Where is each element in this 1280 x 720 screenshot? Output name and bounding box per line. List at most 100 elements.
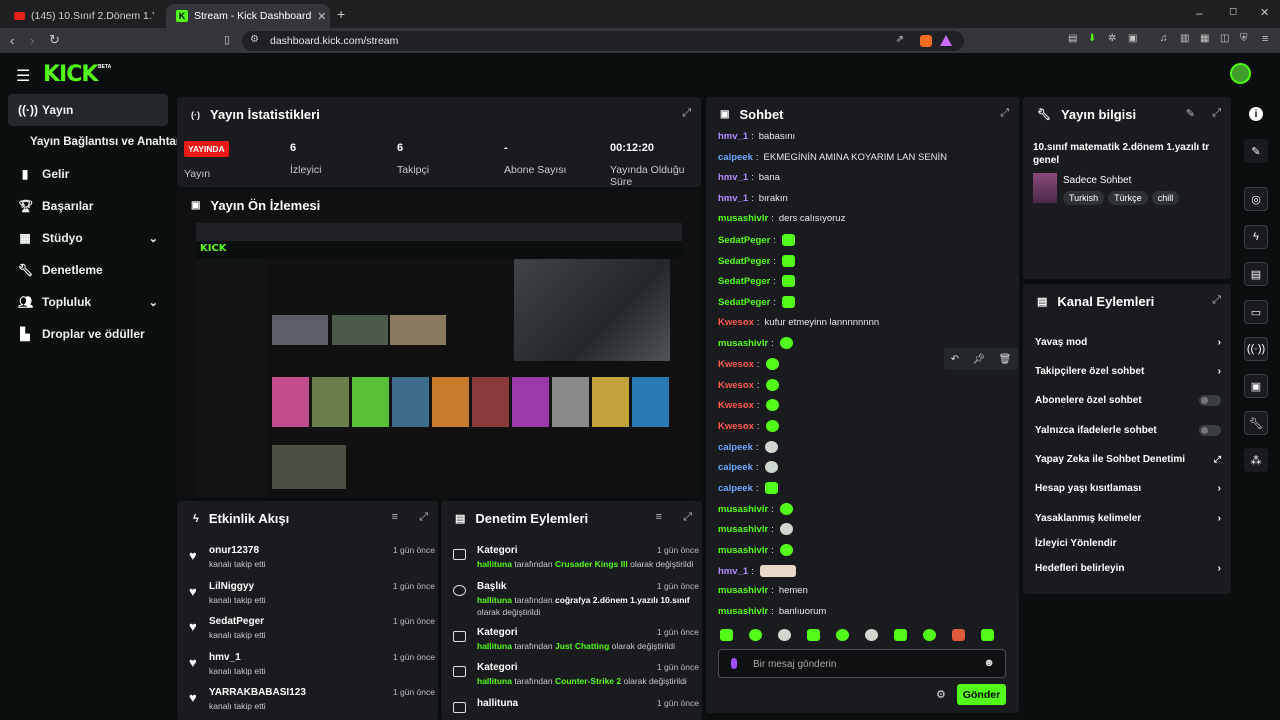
feed-username[interactable]: YARRAKBABASI123 xyxy=(209,687,306,698)
chat-username[interactable]: calpeek xyxy=(718,462,753,473)
rail-widget-icon[interactable]: ◎ xyxy=(1244,187,1268,211)
feed-username[interactable]: onur12378 xyxy=(209,545,259,556)
emote-icon[interactable] xyxy=(781,275,795,287)
send-button[interactable]: Gönder xyxy=(957,684,1006,705)
bookmark-icon[interactable]: ▯ xyxy=(224,33,230,46)
edit-layout-icon[interactable]: ✎ xyxy=(1244,139,1268,163)
feed-username[interactable]: SedatPeger xyxy=(209,616,264,627)
action-banned-words[interactable]: Yasaklanmış kelimeler › xyxy=(1035,508,1221,528)
sidebar-item-gelir[interactable]: ▮ Gelir xyxy=(8,158,168,190)
rail-info-icon[interactable]: 🔧︎ xyxy=(1244,411,1268,435)
emote-icon[interactable] xyxy=(923,629,936,641)
mod-user[interactable]: hallituna xyxy=(477,676,512,686)
chat-username[interactable]: musashivlr xyxy=(718,585,768,596)
chat-username[interactable]: SedatPeger xyxy=(718,256,770,267)
chat-username[interactable]: hmv_1 xyxy=(718,172,748,183)
action-subscribers-only[interactable]: Abonelere özel sohbet xyxy=(1035,390,1221,410)
chat-username[interactable]: musashivlr xyxy=(718,504,768,515)
chat-username[interactable]: Kwesox xyxy=(718,359,754,370)
sidebar-item-denetleme[interactable]: 🔧︎ Denetleme xyxy=(8,254,168,286)
emoji-icon[interactable]: ☻ xyxy=(983,657,995,669)
toggle-switch[interactable] xyxy=(1199,394,1221,406)
edit-icon[interactable]: ✎ xyxy=(1186,107,1195,120)
minimize-icon[interactable]: – xyxy=(1196,6,1203,20)
chat-username[interactable]: calpeek xyxy=(718,483,753,494)
emote-icon[interactable] xyxy=(779,503,793,515)
microphone-icon[interactable] xyxy=(731,658,737,669)
chat-username[interactable]: musashivlr xyxy=(718,545,768,556)
vpn-icon[interactable]: ⛨ xyxy=(1240,33,1248,44)
expand-icon[interactable]: ⤢ xyxy=(683,511,692,524)
emote-icon[interactable] xyxy=(781,296,795,308)
chat-username[interactable]: musashivlr xyxy=(718,606,768,617)
extension-puzzle-icon[interactable]: ✲ xyxy=(1108,33,1116,44)
extension-icon[interactable]: ▣ xyxy=(1128,33,1137,44)
mod-target[interactable]: Crusader Kings III xyxy=(555,559,628,569)
chat-username[interactable]: calpeek xyxy=(718,152,753,163)
mod-user[interactable]: hallituna xyxy=(477,641,512,651)
chat-username[interactable]: musashivlr xyxy=(718,338,768,349)
rail-actions-icon[interactable]: ⁂ xyxy=(1244,448,1268,472)
delete-icon[interactable]: 🗑︎ xyxy=(999,354,1012,365)
feed-username[interactable]: LilNiggyy xyxy=(209,581,254,592)
forward-icon[interactable]: › xyxy=(30,33,34,48)
sidebar-icon[interactable]: ▥ xyxy=(1180,33,1189,44)
chat-username[interactable]: calpeek xyxy=(718,442,753,453)
menu-icon[interactable]: ≡ xyxy=(1262,33,1268,45)
tag[interactable]: Türkçe xyxy=(1108,191,1148,205)
action-goals[interactable]: Hedefleri belirleyin › xyxy=(1035,558,1221,578)
chat-username[interactable]: Kwesox xyxy=(718,400,754,411)
expand-icon[interactable]: ⤢ xyxy=(682,107,691,120)
share-icon[interactable]: ⇗ xyxy=(896,34,904,45)
pin-icon[interactable]: 📌︎ xyxy=(972,354,985,365)
mod-target[interactable]: Just Chatting xyxy=(555,641,609,651)
chat-username[interactable]: Kwesox xyxy=(718,421,754,432)
reader-icon[interactable]: ◫ xyxy=(1220,33,1229,44)
expand-icon[interactable]: ⤢ xyxy=(419,511,428,524)
sidebar-item-studyo[interactable]: ▦ Stüdyo ⌄ xyxy=(8,222,168,254)
tab-kick-dashboard[interactable]: K Stream - Kick Dashboard ✕ xyxy=(166,4,330,28)
rail-preview-icon[interactable]: ▣ xyxy=(1244,374,1268,398)
rail-moderation-icon[interactable]: ▤ xyxy=(1244,262,1268,286)
extension-icon[interactable]: ▤ xyxy=(1068,33,1077,44)
action-ai-moderation[interactable]: Yapay Zeka ile Sohbet Denetimi ⤢ xyxy=(1035,449,1221,469)
address-bar[interactable]: ⚙ dashboard.kick.com/stream ⇗ xyxy=(242,31,964,51)
emote-icon[interactable] xyxy=(765,379,779,391)
tab-youtube[interactable]: (145) 10.Sınıf 2.Dönem 1.Yazılı GENEL xyxy=(4,4,164,28)
chat-input[interactable]: Bir mesaj gönderin ☻ xyxy=(718,649,1006,678)
emote-icon[interactable] xyxy=(981,629,994,641)
extension-download-icon[interactable]: ⬇ xyxy=(1088,33,1096,44)
emote-icon[interactable] xyxy=(778,629,791,641)
action-emotes-only[interactable]: Yalnızca ifadelerle sohbet xyxy=(1035,420,1221,440)
chat-username[interactable]: hmv_1 xyxy=(718,566,748,577)
sidebar-item-basarilar[interactable]: 🏆︎ Başarılar xyxy=(8,190,168,222)
emote-icon[interactable] xyxy=(894,629,907,641)
emote-icon[interactable] xyxy=(865,629,878,641)
tag[interactable]: chill xyxy=(1151,191,1180,205)
hamburger-menu-icon[interactable]: ☰ xyxy=(16,66,30,86)
emote-icon[interactable] xyxy=(779,523,793,535)
chat-username[interactable]: musashivlr xyxy=(718,213,768,224)
filter-icon[interactable]: ≡ xyxy=(656,511,662,523)
chat-username[interactable]: Kwesox xyxy=(718,380,754,391)
wallet-icon[interactable]: ▦ xyxy=(1200,33,1209,44)
emote-icon[interactable] xyxy=(764,461,778,473)
kick-logo[interactable]: KICK xyxy=(43,62,98,87)
emote-icon[interactable] xyxy=(759,565,796,577)
action-raid[interactable]: İzleyici Yönlendir xyxy=(1035,533,1221,553)
rail-chat-icon[interactable]: ▭ xyxy=(1244,300,1268,324)
mod-target[interactable]: Counter-Strike 2 xyxy=(555,676,621,686)
brave-rewards-icon[interactable] xyxy=(940,35,952,46)
sidebar-item-droplar[interactable]: ▙ Droplar ve ödüller xyxy=(8,318,168,350)
emote-icon[interactable] xyxy=(765,420,779,432)
emote-icon[interactable] xyxy=(781,234,795,246)
emote-icon[interactable] xyxy=(749,629,762,641)
rail-activity-icon[interactable]: ϟ xyxy=(1244,225,1268,249)
close-window-icon[interactable]: ✕ xyxy=(1260,6,1269,19)
emote-icon[interactable] xyxy=(765,399,779,411)
expand-icon[interactable]: ⤢ xyxy=(1000,107,1009,120)
chat-username[interactable]: hmv_1 xyxy=(718,131,748,142)
maximize-icon[interactable]: ◻ xyxy=(1229,6,1237,17)
emote-icon[interactable] xyxy=(779,337,793,349)
chat-username[interactable]: SedatPeger xyxy=(718,297,770,308)
